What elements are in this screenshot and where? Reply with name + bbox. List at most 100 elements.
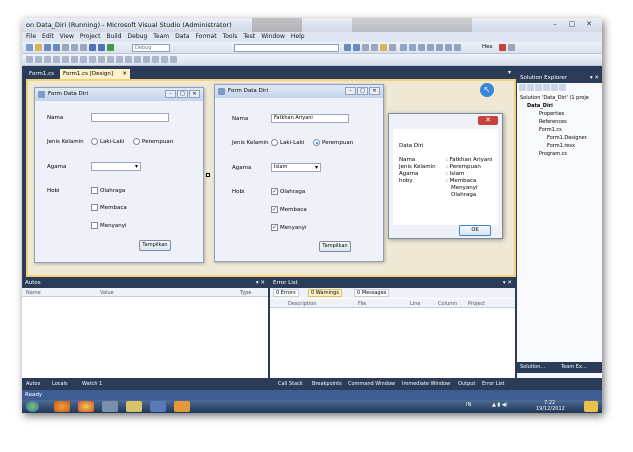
- save-all-icon[interactable]: [53, 44, 60, 51]
- menu-help[interactable]: Help: [291, 32, 305, 42]
- chrome-icon[interactable]: [78, 401, 94, 412]
- checkbox-menyanyi[interactable]: [91, 222, 98, 229]
- tampilkan-button[interactable]: Tampilkan: [319, 241, 351, 252]
- menu-file[interactable]: File: [26, 32, 36, 42]
- bring-to-front-icon[interactable]: [152, 56, 159, 63]
- object-browser-icon[interactable]: [371, 44, 378, 51]
- textbox-nama[interactable]: Fatkhan Ariyani: [271, 114, 349, 123]
- radio-perempuan-label[interactable]: Perempuan: [322, 140, 353, 146]
- save-icon[interactable]: [44, 44, 51, 51]
- column-type[interactable]: Type: [240, 290, 251, 296]
- make-same-size-icon[interactable]: [98, 56, 105, 63]
- column-name[interactable]: Name: [26, 290, 41, 296]
- visual-studio-icon[interactable]: [174, 401, 190, 412]
- step-into-icon[interactable]: [400, 44, 407, 51]
- new-project-icon[interactable]: [26, 44, 33, 51]
- column-value[interactable]: Value: [100, 290, 114, 296]
- align-rights-icon[interactable]: [44, 56, 51, 63]
- send-to-back-icon[interactable]: [161, 56, 168, 63]
- firefox-icon[interactable]: [54, 401, 70, 412]
- folder-icon[interactable]: [126, 401, 142, 412]
- view-code-icon[interactable]: [543, 84, 550, 91]
- checkbox-menyanyi[interactable]: ✓: [271, 224, 278, 231]
- align-centers-icon[interactable]: [35, 56, 42, 63]
- radio-perempuan[interactable]: [133, 138, 140, 145]
- tree-node-project[interactable]: Data_Diri: [527, 103, 553, 109]
- tab-call-stack[interactable]: Call Stack: [278, 381, 303, 387]
- menu-data[interactable]: Data: [175, 32, 189, 42]
- tree-node-program-cs[interactable]: Program.cs: [539, 151, 567, 157]
- label-nama[interactable]: Nama: [47, 115, 63, 121]
- menu-team[interactable]: Team: [153, 32, 169, 42]
- solution-config-dropdown[interactable]: Debug: [132, 44, 170, 52]
- combobox-agama[interactable]: [91, 162, 141, 171]
- menu-format[interactable]: Format: [195, 32, 216, 42]
- radio-perempuan-label[interactable]: Perempuan: [142, 139, 173, 145]
- refresh-icon[interactable]: [535, 84, 542, 91]
- restart-icon[interactable]: [454, 44, 461, 51]
- label-jenis-kelamin[interactable]: Jenis Kelamin: [47, 139, 84, 145]
- hex-toggle[interactable]: Hex: [482, 44, 493, 50]
- menu-view[interactable]: View: [60, 32, 74, 42]
- menu-edit[interactable]: Edit: [42, 32, 54, 42]
- tab-team-explorer[interactable]: Team Ex...: [561, 364, 587, 370]
- toolbox-icon[interactable]: [380, 44, 387, 51]
- tab-breakpoints[interactable]: Breakpoints: [312, 381, 342, 387]
- title-bar[interactable]: on Data_Diri (Running) - Microsoft Visua…: [22, 18, 602, 32]
- checkbox-olahraga-label[interactable]: Olahraga: [280, 189, 305, 195]
- tab-locals[interactable]: Locals: [52, 381, 68, 387]
- show-desktop-icon[interactable]: [584, 401, 598, 412]
- menu-project[interactable]: Project: [80, 32, 101, 42]
- make-same-height-icon[interactable]: [89, 56, 96, 63]
- warnings-filter-button[interactable]: 0 Warnings: [308, 289, 342, 297]
- toolbar-options-icon[interactable]: [508, 44, 515, 51]
- center-vertically-icon[interactable]: [143, 56, 150, 63]
- clock-date[interactable]: 19/12/2012: [536, 406, 565, 412]
- close-button[interactable]: ✕: [369, 87, 380, 95]
- tab-output[interactable]: Output: [458, 381, 475, 387]
- checkbox-menyanyi-label[interactable]: Menyanyi: [100, 223, 127, 229]
- radio-laki-laki-label[interactable]: Laki-Laki: [100, 139, 124, 145]
- find-in-files-icon[interactable]: [344, 44, 351, 51]
- menu-test[interactable]: Test: [243, 32, 255, 42]
- radio-laki-laki[interactable]: [91, 138, 98, 145]
- combobox-agama[interactable]: Islam: [271, 163, 321, 172]
- error-list-header[interactable]: Error List ▾ ✕: [270, 278, 515, 288]
- column-project[interactable]: Project: [468, 301, 485, 307]
- solution-explorer-icon[interactable]: [353, 44, 360, 51]
- running-form[interactable]: Form Data Diri – □ ✕ Nama Fatkhan Ariyan…: [214, 84, 384, 262]
- cut-icon[interactable]: [62, 44, 69, 51]
- resize-handle[interactable]: [206, 173, 210, 177]
- start-debugging-icon[interactable]: [107, 44, 114, 51]
- errors-filter-button[interactable]: 0 Errors: [273, 289, 299, 297]
- tree-node-form1-designer[interactable]: Form1.Designer.: [547, 135, 588, 141]
- undo-icon[interactable]: [89, 44, 96, 51]
- align-middles-icon[interactable]: [62, 56, 69, 63]
- panel-controls-icon[interactable]: ▾ ✕: [503, 278, 512, 288]
- checkbox-olahraga[interactable]: ✓: [271, 188, 278, 195]
- threads-icon[interactable]: [499, 44, 506, 51]
- breakpoint-icon[interactable]: [427, 44, 434, 51]
- checkbox-olahraga-label[interactable]: Olahraga: [100, 188, 125, 194]
- minimize-button[interactable]: –: [548, 19, 562, 29]
- center-horizontally-icon[interactable]: [134, 56, 141, 63]
- checkbox-membaca[interactable]: ✓: [271, 206, 278, 213]
- checkbox-membaca[interactable]: [91, 204, 98, 211]
- horizontal-spacing-icon[interactable]: [116, 56, 123, 63]
- align-tops-icon[interactable]: [53, 56, 60, 63]
- align-to-grid-icon[interactable]: [107, 56, 114, 63]
- column-file[interactable]: File: [358, 301, 366, 307]
- tree-node-form1-resx[interactable]: Form1.resx: [547, 143, 575, 149]
- view-designer-icon[interactable]: [551, 84, 558, 91]
- properties-icon[interactable]: [519, 84, 526, 91]
- menu-tools[interactable]: Tools: [223, 32, 238, 42]
- panel-controls-icon[interactable]: ▾ ✕: [256, 278, 265, 288]
- tab-watch-1[interactable]: Watch 1: [82, 381, 102, 387]
- vertical-spacing-icon[interactable]: [125, 56, 132, 63]
- language-indicator[interactable]: IN: [466, 402, 471, 408]
- close-button[interactable]: ✕: [478, 116, 498, 125]
- stop-icon[interactable]: [445, 44, 452, 51]
- chevron-down-icon[interactable]: ▾: [508, 69, 511, 76]
- column-line[interactable]: Line: [410, 301, 420, 307]
- tab-autos[interactable]: Autos: [26, 381, 40, 387]
